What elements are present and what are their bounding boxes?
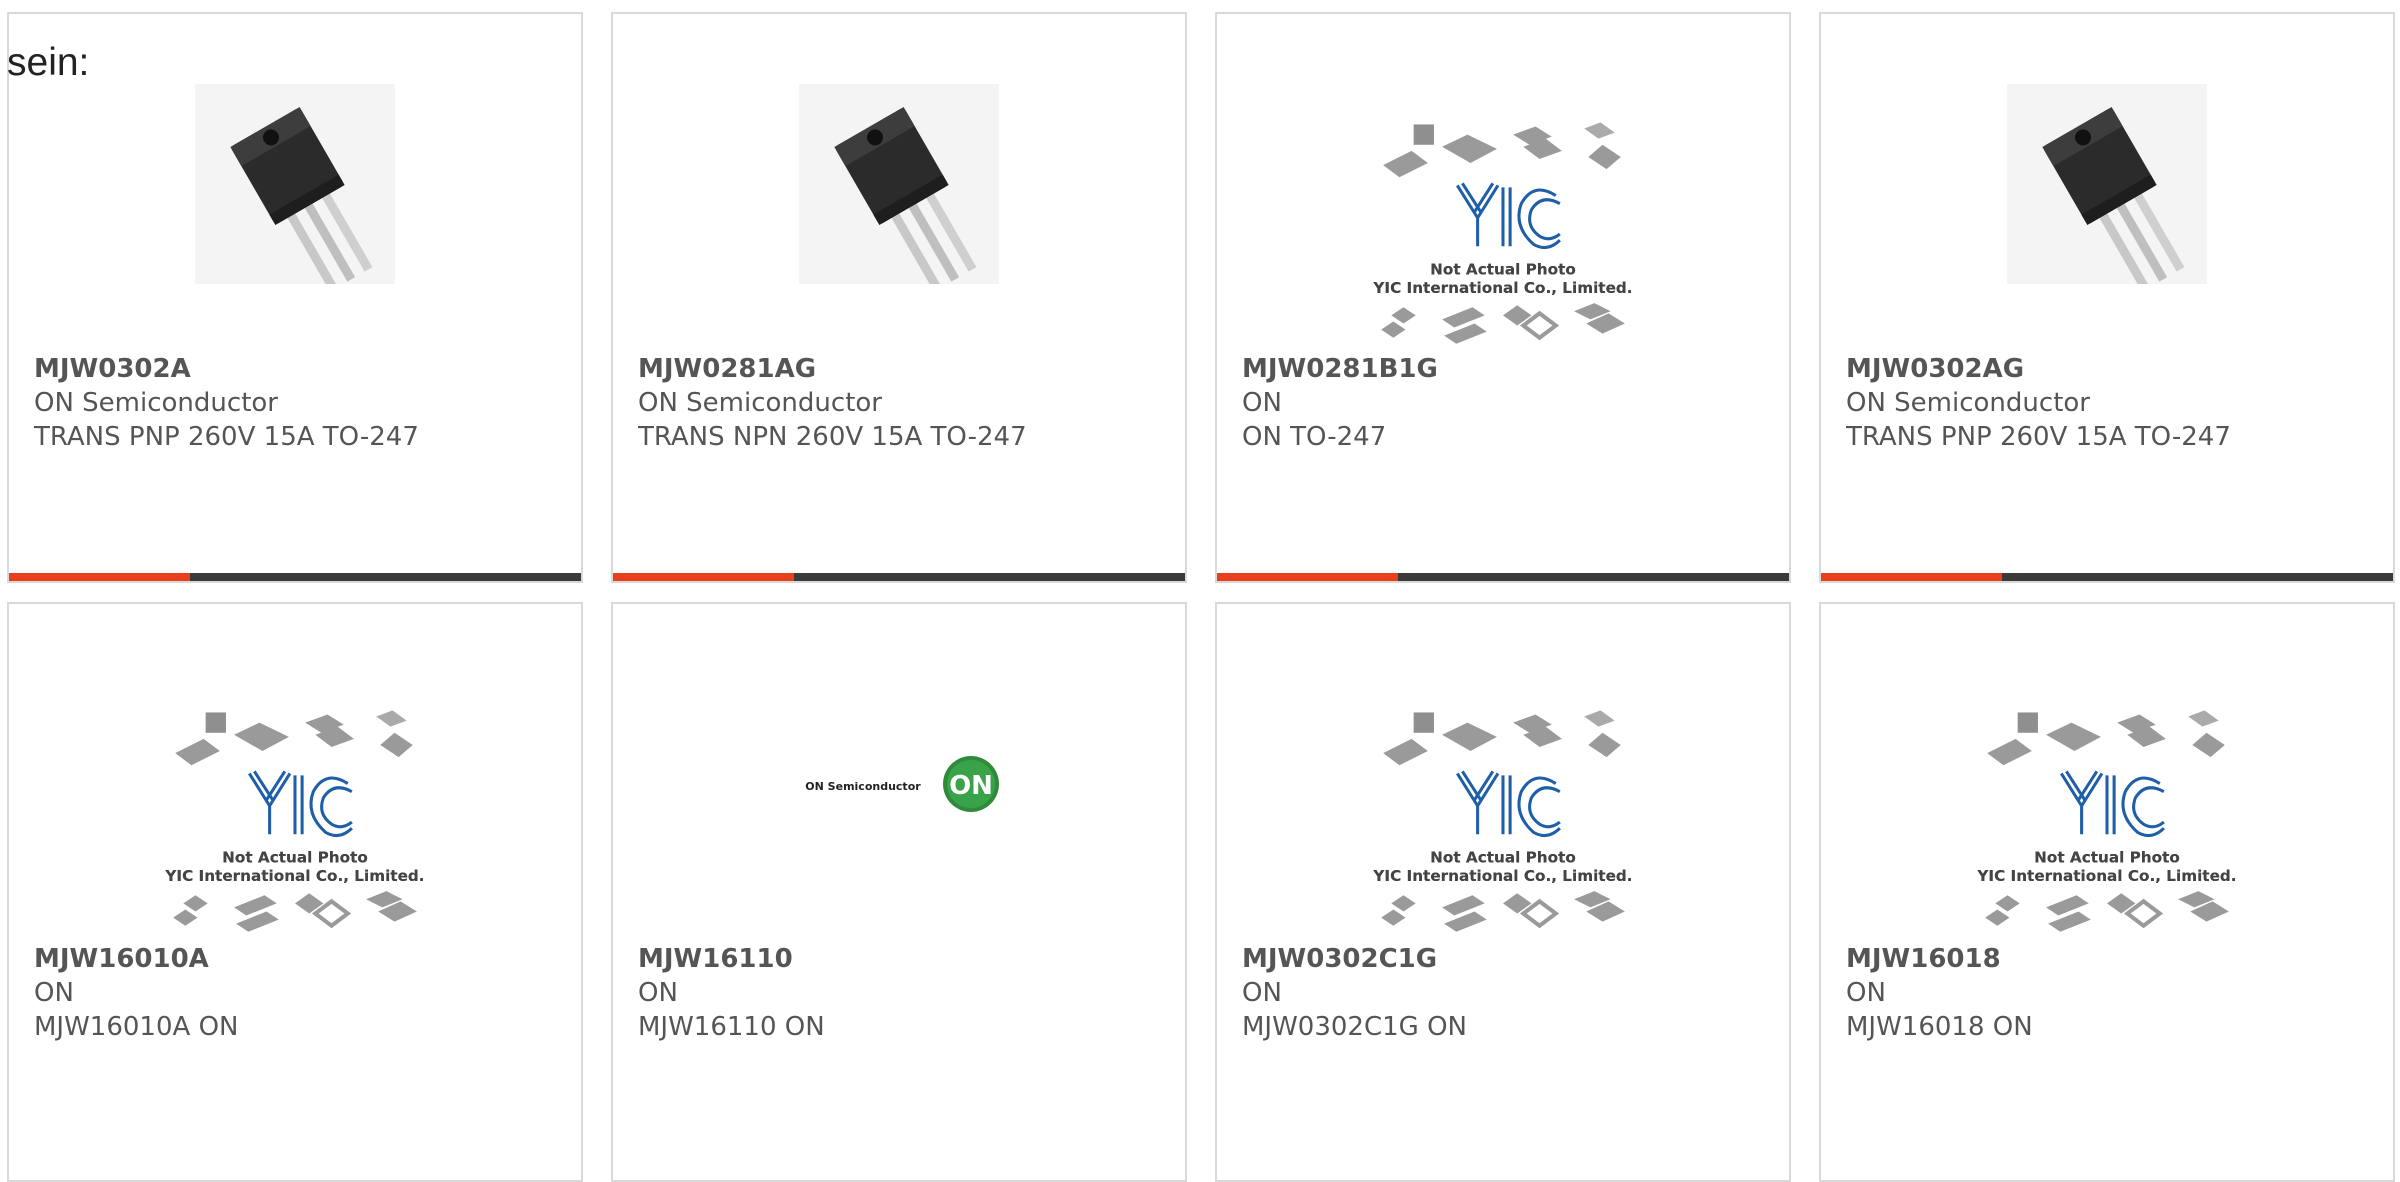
description: MJW16018 ON: [1846, 1012, 2033, 1042]
logo-wordmark: ON Semiconductor: [805, 780, 921, 793]
transistor-image: [799, 84, 999, 284]
card-bottom-bar: [613, 573, 1185, 581]
product-info: MJW0302C1G ON MJW0302C1G ON: [1242, 942, 1779, 1044]
product-grid: MJW0302A ON Semiconductor TRANS PNP 260V…: [0, 0, 2400, 1182]
yic-placeholder-image: Not Actual Photo YIC International Co., …: [1975, 692, 2239, 936]
product-info: MJW0302AG ON Semiconductor TRANS PNP 260…: [1846, 352, 2383, 454]
transistor-image: [2007, 84, 2207, 284]
product-card[interactable]: Not Actual Photo YIC International Co., …: [1819, 602, 2395, 1182]
placeholder-line1: Not Actual Photo: [2034, 849, 2180, 867]
placeholder-line2: YIC International Co., Limited.: [1976, 867, 2236, 885]
product-card[interactable]: Not Actual Photo YIC International Co., …: [1215, 12, 1791, 583]
description: TRANS PNP 260V 15A TO-247: [1846, 422, 2231, 452]
part-number[interactable]: MJW0281B1G: [1242, 352, 1779, 386]
transistor-image: [195, 84, 395, 284]
product-card[interactable]: MJW0302AG ON Semiconductor TRANS PNP 260…: [1819, 12, 2395, 583]
yic-placeholder-image: Not Actual Photo YIC International Co., …: [1371, 104, 1635, 348]
description: MJW16010A ON: [34, 1012, 239, 1042]
logo-mark: ON: [949, 771, 993, 801]
placeholder-line2: YIC International Co., Limited.: [1372, 867, 1632, 885]
part-number[interactable]: MJW16010A: [34, 942, 571, 976]
product-card[interactable]: MJW0302A ON Semiconductor TRANS PNP 260V…: [7, 12, 583, 583]
intro-text: sein:: [7, 41, 90, 84]
card-bottom-bar: [1217, 573, 1789, 581]
manufacturer: ON Semiconductor: [34, 388, 278, 418]
manufacturer: ON: [1242, 978, 1282, 1008]
manufacturer: ON: [1846, 978, 1886, 1008]
product-card[interactable]: ON Semiconductor ON MJW16110 ON MJW16110…: [611, 602, 1187, 1182]
description: TRANS PNP 260V 15A TO-247: [34, 422, 419, 452]
card-bottom-bar: [1821, 573, 2393, 581]
product-info: MJW0281B1G ON ON TO-247: [1242, 352, 1779, 454]
product-card[interactable]: MJW0281AG ON Semiconductor TRANS NPN 260…: [611, 12, 1187, 583]
product-card[interactable]: Not Actual Photo YIC International Co., …: [1215, 602, 1791, 1182]
description: ON TO-247: [1242, 422, 1387, 452]
on-semiconductor-logo: ON Semiconductor ON: [789, 744, 1009, 824]
part-number[interactable]: MJW0302AG: [1846, 352, 2383, 386]
product-card[interactable]: Not Actual Photo YIC International Co., …: [7, 602, 583, 1182]
part-number[interactable]: MJW0302C1G: [1242, 942, 1779, 976]
placeholder-line2: YIC International Co., Limited.: [164, 867, 424, 885]
product-card-link[interactable]: [613, 604, 1185, 1180]
placeholder-line1: Not Actual Photo: [222, 849, 368, 867]
manufacturer: ON Semiconductor: [1846, 388, 2090, 418]
yic-placeholder-image: Not Actual Photo YIC International Co., …: [163, 692, 427, 936]
product-info: MJW16110 ON MJW16110 ON: [638, 942, 1175, 1044]
part-number[interactable]: MJW16110: [638, 942, 1175, 976]
manufacturer: ON: [34, 978, 74, 1008]
manufacturer: ON: [1242, 388, 1282, 418]
product-info: MJW16010A ON MJW16010A ON: [34, 942, 571, 1044]
manufacturer: ON: [638, 978, 678, 1008]
placeholder-line2: YIC International Co., Limited.: [1372, 279, 1632, 297]
yic-placeholder-image: Not Actual Photo YIC International Co., …: [1371, 692, 1635, 936]
description: TRANS NPN 260V 15A TO-247: [638, 422, 1027, 452]
part-number[interactable]: MJW0302A: [34, 352, 571, 386]
card-bottom-bar: [9, 573, 581, 581]
placeholder-line1: Not Actual Photo: [1430, 261, 1576, 279]
description: MJW0302C1G ON: [1242, 1012, 1467, 1042]
part-number[interactable]: MJW0281AG: [638, 352, 1175, 386]
product-info: MJW0281AG ON Semiconductor TRANS NPN 260…: [638, 352, 1175, 454]
part-number[interactable]: MJW16018: [1846, 942, 2383, 976]
manufacturer: ON Semiconductor: [638, 388, 882, 418]
description: MJW16110 ON: [638, 1012, 825, 1042]
product-info: MJW16018 ON MJW16018 ON: [1846, 942, 2383, 1044]
placeholder-line1: Not Actual Photo: [1430, 849, 1576, 867]
product-info: MJW0302A ON Semiconductor TRANS PNP 260V…: [34, 352, 571, 454]
